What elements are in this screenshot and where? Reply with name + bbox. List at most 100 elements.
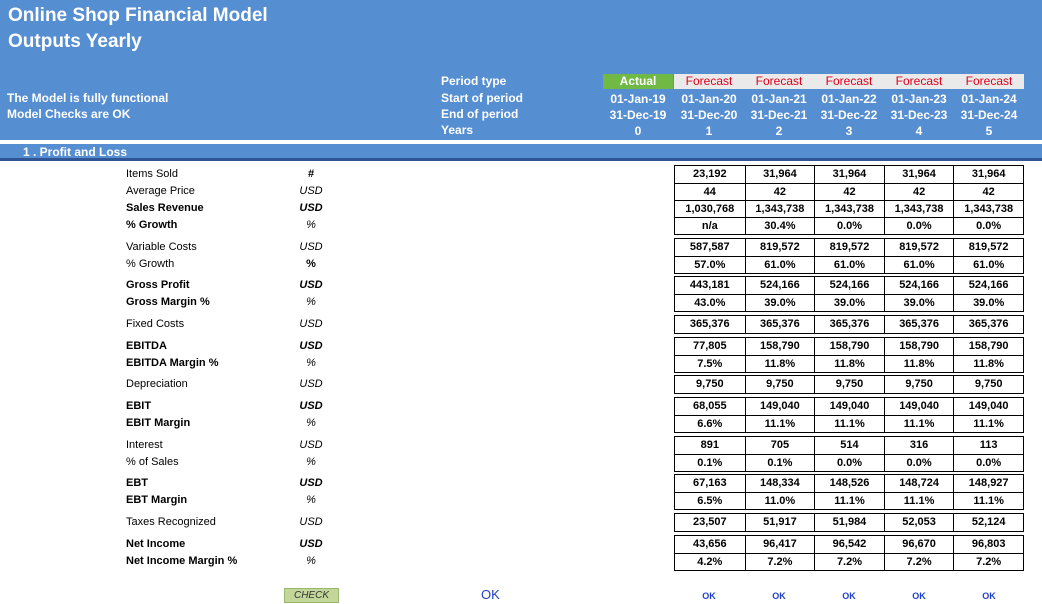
value-group-taxes: 23,507 51,917 51,984 52,053 52,124 — [674, 513, 1024, 532]
value-cell: 443,181 — [689, 279, 730, 291]
table-row: 43.0% 39.0% 39.0% 39.0% 39.0% — [675, 294, 1023, 311]
period-type-label: Period type — [441, 74, 507, 88]
table-row: 23,192 31,964 31,964 31,964 31,964 — [675, 166, 1023, 183]
value-cell: 158,790 — [883, 338, 954, 355]
table-row: 365,376 365,376 365,376 365,376 365,376 — [675, 316, 1023, 333]
value-cell: 819,572 — [953, 239, 1023, 256]
value-cell: 31,964 — [883, 166, 954, 183]
row-label-depreciation: Depreciation — [126, 378, 188, 390]
row-label-ebit-margin: EBIT Margin — [126, 417, 191, 429]
value-cell: 1,030,768 — [685, 203, 735, 215]
value-cell: 7.2% — [953, 554, 1023, 570]
row-label-ebitda-margin: EBITDA Margin % — [126, 357, 219, 369]
value-cell: 4.2% — [697, 556, 723, 568]
table-row: 6.5% 11.0% 11.1% 11.1% 11.1% — [675, 492, 1023, 509]
value-cell: 1,343,738 — [883, 201, 954, 217]
value-cell: 365,376 — [744, 316, 815, 333]
value-cell: 0.1% — [744, 455, 815, 471]
table-row: 443,181 524,166 524,166 524,166 524,166 — [675, 277, 1023, 294]
value-cell: 51,917 — [744, 514, 815, 531]
period-type-cell: Forecast — [954, 74, 1024, 89]
value-cell: 7.2% — [814, 554, 884, 570]
value-cell: 365,376 — [953, 316, 1023, 333]
table-row: 6.6% 11.1% 11.1% 11.1% 11.1% — [675, 415, 1023, 432]
value-cell: 11.1% — [814, 493, 884, 509]
value-cell: 149,040 — [883, 398, 954, 415]
start-of-period-label: Start of period — [441, 91, 524, 105]
section-header-profit-loss: 1 . Profit and Loss — [0, 144, 1042, 161]
start-date-cell: 01-Jan-21 — [751, 92, 807, 106]
value-cell: 11.1% — [953, 493, 1023, 509]
value-cell: 11.1% — [814, 416, 884, 432]
table-row: 891 705 514 316 113 — [675, 437, 1023, 454]
end-date-cell: 31-Dec-19 — [609, 108, 667, 122]
value-cell: 819,572 — [883, 239, 954, 256]
row-unit: USD — [299, 477, 323, 489]
value-cell: 39.0% — [883, 295, 954, 311]
row-unit: % — [306, 219, 316, 231]
value-cell: 524,166 — [744, 277, 815, 294]
row-unit: % — [306, 456, 316, 468]
years-label: Years — [441, 123, 474, 137]
value-cell: 9,750 — [744, 376, 815, 393]
table-row: 7.5% 11.8% 11.8% 11.8% 11.8% — [675, 355, 1023, 372]
value-cell: 158,790 — [953, 338, 1023, 355]
row-unit: USD — [299, 340, 323, 352]
row-unit: # — [307, 168, 315, 180]
value-cell: 31,964 — [744, 166, 815, 183]
value-group-depreciation: 9,750 9,750 9,750 9,750 9,750 — [674, 375, 1024, 394]
value-cell: 0.0% — [814, 455, 884, 471]
value-group-ebitda: 77,805 158,790 158,790 158,790 158,790 7… — [674, 337, 1024, 373]
value-cell: 11.8% — [744, 356, 815, 372]
year-index-cell: 5 — [985, 124, 993, 138]
row-unit: USD — [299, 439, 323, 451]
value-cell: 514 — [814, 437, 884, 454]
year-index-cell: 1 — [705, 124, 713, 138]
value-cell: 43.0% — [694, 297, 726, 309]
period-type-cell: Forecast — [674, 74, 744, 89]
row-label-ebitda: EBITDA — [126, 340, 167, 352]
table-row: 68,055 149,040 149,040 149,040 149,040 — [675, 398, 1023, 415]
value-cell: 148,334 — [744, 475, 815, 492]
period-type-cell: Forecast — [814, 74, 884, 89]
value-cell: 148,526 — [814, 475, 884, 492]
start-date-cell: 01-Jan-22 — [821, 92, 877, 106]
value-cell: 113 — [953, 437, 1023, 454]
row-unit: % — [306, 357, 316, 369]
row-label-taxes-recognized: Taxes Recognized — [126, 516, 216, 528]
value-cell: 61.0% — [744, 257, 815, 273]
row-unit: USD — [299, 538, 323, 550]
end-date-cell: 31-Dec-21 — [750, 108, 808, 122]
row-label-interest: Interest — [126, 439, 163, 451]
value-cell: 0.0% — [953, 455, 1023, 471]
value-cell: 11.1% — [883, 416, 954, 432]
value-cell: 6.5% — [697, 495, 723, 507]
value-group-fixed-costs: 365,376 365,376 365,376 365,376 365,376 — [674, 315, 1024, 334]
row-label-items-sold: Items Sold — [126, 168, 178, 180]
value-cell: 39.0% — [814, 295, 884, 311]
value-cell: 39.0% — [744, 295, 815, 311]
value-group-variable-costs: 587,587 819,572 819,572 819,572 819,572 … — [674, 238, 1024, 274]
value-cell: 149,040 — [953, 398, 1023, 415]
start-date-cell: 01-Jan-20 — [681, 92, 737, 106]
value-cell: 30.4% — [744, 218, 815, 234]
value-cell: 61.0% — [814, 257, 884, 273]
year-index-cell: 3 — [845, 124, 853, 138]
value-cell: 11.1% — [953, 416, 1023, 432]
value-cell: 52,053 — [883, 514, 954, 531]
value-group-gross-profit: 443,181 524,166 524,166 524,166 524,166 … — [674, 276, 1024, 312]
row-label-net-income-margin: Net Income Margin % — [126, 555, 238, 567]
row-unit: % — [306, 417, 316, 429]
value-cell: 11.8% — [953, 356, 1023, 372]
value-cell: 6.6% — [697, 418, 723, 430]
value-cell: 587,587 — [689, 241, 730, 253]
period-type-cell: Forecast — [884, 74, 954, 89]
report-subtitle: Outputs Yearly — [8, 31, 142, 52]
row-label-fixed-costs: Fixed Costs — [126, 318, 185, 330]
value-cell: 42 — [814, 184, 884, 200]
value-cell: 819,572 — [814, 239, 884, 256]
value-cell: 9,750 — [814, 376, 884, 393]
end-date-cell: 31-Dec-24 — [960, 108, 1018, 122]
value-cell: 11.0% — [744, 493, 815, 509]
value-cell: 67,163 — [692, 477, 727, 489]
